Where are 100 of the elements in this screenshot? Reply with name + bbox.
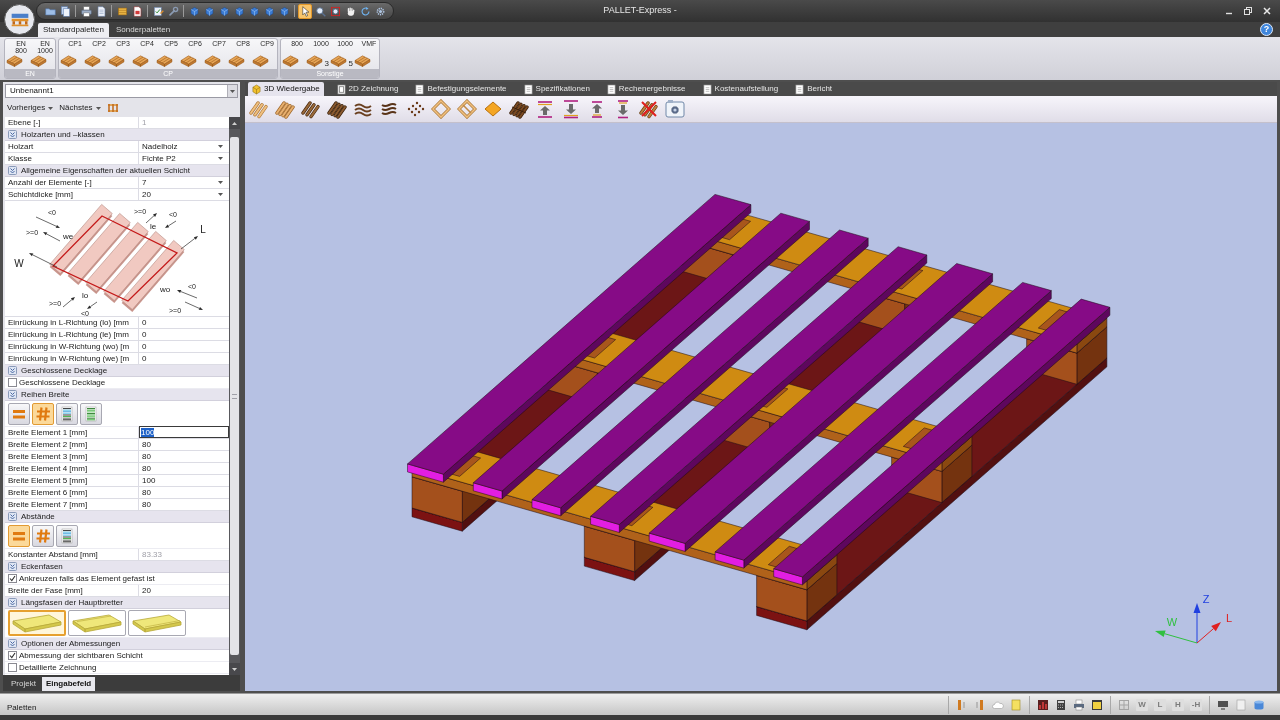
bars-icon[interactable]	[956, 698, 968, 711]
property-value: 0	[142, 354, 147, 363]
property-label: Klasse	[8, 154, 32, 163]
database-icon[interactable]	[1253, 698, 1265, 711]
value-input[interactable]: 100	[139, 426, 229, 438]
property-value: 0	[142, 330, 147, 339]
property-value: 1	[142, 118, 147, 127]
value-dropdown[interactable]: 20	[139, 189, 229, 200]
section-title: Holzarten und –klassen	[21, 129, 105, 140]
view-tab[interactable]: Spezifikationen	[519, 82, 594, 96]
cube-icon	[218, 5, 230, 17]
checkbox[interactable]	[8, 651, 17, 660]
sheet-icon	[702, 83, 712, 95]
property-value: 0	[142, 318, 147, 327]
value-dropdown[interactable]: Fichte P2	[139, 153, 229, 164]
option-button[interactable]	[8, 402, 30, 425]
checkbox[interactable]	[8, 663, 17, 672]
scroll-down-button[interactable]	[229, 663, 240, 675]
collapse-icon[interactable]	[8, 366, 17, 375]
crossed-boards-icon[interactable]	[639, 99, 659, 119]
collapse-icon[interactable]	[8, 512, 17, 521]
view-tab[interactable]: Bericht	[791, 82, 837, 96]
board-icon	[11, 613, 63, 633]
view-tab[interactable]: Rechenergebnisse	[602, 82, 690, 96]
nav-button[interactable]: Vorheriges	[7, 102, 54, 114]
toolbar-button[interactable]	[298, 3, 312, 19]
nav-button[interactable]: Nächstes	[59, 102, 101, 114]
checkbox[interactable]	[8, 574, 17, 583]
property-label: Breite Element 7 [mm]	[8, 500, 88, 509]
option-button[interactable]	[56, 402, 78, 425]
dimension-arrow	[177, 290, 198, 299]
option-button[interactable]	[56, 524, 78, 547]
help-button[interactable]: ?	[1260, 23, 1273, 36]
pallet-icon	[108, 54, 125, 67]
toolbar-button[interactable]	[94, 3, 108, 19]
collapse-icon[interactable]	[8, 562, 17, 571]
dropdown-caret-icon	[218, 157, 223, 160]
window-icon[interactable]	[1091, 698, 1103, 711]
sheet-icon	[336, 83, 346, 95]
bars-icon[interactable]	[974, 698, 986, 711]
tile-icon[interactable]	[483, 99, 503, 119]
option-button[interactable]	[68, 610, 126, 636]
panel-tab[interactable]: Projekt	[7, 677, 40, 691]
boards-icon[interactable]	[301, 99, 321, 119]
arrow-up-icon[interactable]	[535, 99, 555, 119]
property-label: Holzart	[8, 142, 34, 151]
restore-button[interactable]	[1243, 6, 1253, 16]
property-label: Breite Element 5 [mm]	[8, 476, 88, 485]
monitor-icon[interactable]	[1217, 698, 1229, 711]
calculator-icon[interactable]	[1055, 698, 1067, 711]
option-button[interactable]	[128, 610, 186, 636]
checkbox[interactable]	[8, 378, 17, 387]
collapse-icon[interactable]	[8, 130, 17, 139]
bar-chart-icon[interactable]	[1037, 698, 1049, 711]
section-title: Reihen Breite	[21, 389, 70, 400]
collapse-icon[interactable]	[8, 166, 17, 175]
toolbar-button[interactable]	[79, 3, 93, 19]
boards-icon[interactable]	[327, 99, 347, 119]
axis-label: W	[1166, 616, 1178, 628]
option-button[interactable]	[80, 402, 102, 425]
arrow-down-icon[interactable]	[561, 99, 581, 119]
collapse-icon[interactable]	[8, 598, 17, 607]
property-label: Breite Element 3 [mm]	[8, 452, 88, 461]
view-tab[interactable]: Kostenaufstellung	[698, 82, 783, 96]
view-tab[interactable]: 3D Wiedergabe	[248, 82, 324, 96]
collapse-icon[interactable]	[8, 639, 17, 648]
option-button[interactable]	[32, 524, 54, 547]
panel-tab[interactable]: Eingabefeld	[41, 677, 96, 691]
camera-icon[interactable]	[665, 99, 685, 119]
scrollbar-thumb[interactable]	[230, 137, 239, 655]
view-tab[interactable]: Befestigungselemente	[411, 82, 511, 96]
cursor-icon	[299, 5, 311, 17]
dimension-arrow	[35, 216, 60, 228]
toolbar-button[interactable]	[130, 3, 144, 19]
document-dropdown[interactable]: Unbenannt1	[5, 84, 238, 98]
axis-label: Z	[1202, 593, 1210, 605]
frame-icon[interactable]	[457, 99, 477, 119]
option-button[interactable]	[32, 402, 54, 425]
boards-icon[interactable]	[509, 99, 529, 119]
ribbon-tab[interactable]: Standardpaletten	[38, 23, 109, 37]
property-value: 80	[142, 452, 151, 461]
value-dropdown[interactable]: 7	[139, 177, 229, 188]
pallet-icon	[30, 54, 47, 67]
pallet-icon	[204, 54, 221, 67]
collapse-icon[interactable]	[8, 390, 17, 399]
arrow-down-icon	[232, 667, 237, 671]
scroll-up-button[interactable]	[229, 117, 240, 129]
pallet-icon[interactable]	[106, 103, 119, 113]
printer-icon	[80, 5, 92, 17]
view-tab[interactable]: 2D Zeichnung	[332, 82, 403, 96]
close-button[interactable]	[1262, 6, 1272, 16]
toolbar-button[interactable]	[58, 3, 72, 19]
dropdown-caret-icon	[218, 145, 223, 148]
dots-icon[interactable]	[405, 99, 425, 119]
checkbox-label: Geschlossene Decklage	[19, 377, 106, 388]
option-button[interactable]	[8, 524, 30, 547]
printer-icon[interactable]	[1073, 698, 1085, 711]
diagram-label: lo	[81, 291, 89, 300]
value-dropdown[interactable]: Nadelholz	[139, 141, 229, 152]
ribbon-tab[interactable]: Sonderpaletten	[110, 23, 176, 37]
